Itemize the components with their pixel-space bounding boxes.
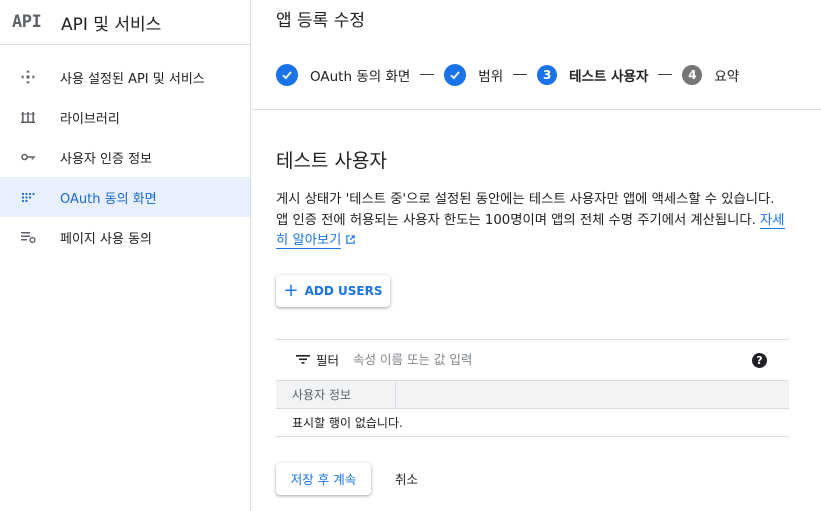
step-divider — [420, 74, 435, 75]
api-logo[interactable]: API — [12, 12, 48, 32]
step-label: 범위 — [478, 68, 504, 85]
save-and-continue-button[interactable]: 저장 후 계속 — [276, 462, 371, 495]
form-actions: 저장 후 계속 취소 — [276, 462, 789, 495]
step-scopes[interactable]: 범위 — [444, 63, 504, 86]
section-title: 테스트 사용자 — [276, 150, 387, 172]
sidebar-item-library[interactable]: 라이브러리 — [0, 97, 250, 137]
main-content: 앱 등록 수정 OAuth 동의 화면 범위 3 테스트 사용자 4 요약 테스… — [252, 0, 821, 511]
sidebar-item-credentials[interactable]: 사용자 인증 정보 — [0, 137, 250, 177]
key-icon — [20, 149, 36, 165]
sidebar-item-label: 사용자 인증 정보 — [60, 151, 152, 167]
column-header-user-info[interactable]: 사용자 정보 — [276, 380, 396, 408]
step-label: 요약 — [714, 68, 740, 85]
step-divider — [513, 74, 528, 75]
test-users-table: 필터 ? 사용자 정보 표시할 행이 없습니다. — [276, 338, 789, 437]
sidebar-header: API API 및 서비스 — [0, 0, 250, 45]
description-text: 게시 상태가 '테스트 중'으로 설정된 동안에는 테스트 사용자만 앱에 액세… — [276, 192, 775, 228]
step-oauth-consent[interactable]: OAuth 동의 화면 — [276, 63, 411, 86]
filter-icon — [296, 350, 310, 369]
sidebar-item-oauth-consent[interactable]: OAuth 동의 화면 — [0, 177, 250, 217]
sidebar: API API 및 서비스 사용 설정된 API 및 서비스 라이브러리 사용자… — [0, 0, 251, 511]
step-label: OAuth 동의 화면 — [310, 68, 411, 85]
step-label: 테스트 사용자 — [569, 68, 649, 85]
table-header: 사용자 정보 — [276, 379, 789, 409]
page-usage-agreement-icon — [20, 229, 36, 245]
plus-icon: + — [283, 279, 299, 301]
stepper: OAuth 동의 화면 범위 3 테스트 사용자 4 요약 — [252, 40, 821, 110]
check-icon — [276, 63, 298, 86]
sidebar-item-page-usage-agreement[interactable]: 페이지 사용 동의 — [0, 217, 250, 257]
sidebar-item-label: 라이브러리 — [60, 111, 120, 127]
add-users-label: ADD USERS — [304, 283, 383, 298]
external-link-icon — [345, 232, 356, 253]
cancel-button[interactable]: 취소 — [395, 469, 418, 488]
step-test-users[interactable]: 3 테스트 사용자 — [537, 64, 649, 85]
sidebar-item-enabled-apis[interactable]: 사용 설정된 API 및 서비스 — [0, 57, 250, 97]
content: 테스트 사용자 게시 상태가 '테스트 중'으로 설정된 동안에는 테스트 사용… — [252, 146, 821, 495]
empty-table-message: 표시할 행이 없습니다. — [276, 409, 789, 437]
sidebar-item-label: 페이지 사용 동의 — [60, 231, 152, 247]
step-number: 4 — [682, 64, 703, 85]
sidebar-nav: 사용 설정된 API 및 서비스 라이브러리 사용자 인증 정보 OAuth 동… — [0, 45, 250, 257]
oauth-consent-icon — [20, 189, 36, 205]
enabled-apis-icon — [20, 69, 36, 85]
step-divider — [658, 74, 673, 75]
main-header: 앱 등록 수정 — [252, 0, 821, 40]
check-icon — [444, 63, 467, 86]
filter-input[interactable] — [353, 352, 654, 367]
sidebar-title[interactable]: API 및 서비스 — [61, 10, 161, 35]
help-icon[interactable]: ? — [752, 352, 767, 368]
sidebar-item-label: 사용 설정된 API 및 서비스 — [60, 71, 205, 87]
filter-bar: 필터 ? — [276, 340, 789, 380]
filter-label: 필터 — [316, 353, 340, 368]
add-users-button[interactable]: + ADD USERS — [276, 274, 390, 307]
library-icon — [20, 109, 36, 125]
page-title: 앱 등록 수정 — [276, 10, 366, 31]
step-number: 3 — [537, 64, 558, 85]
step-summary[interactable]: 4 요약 — [682, 64, 740, 85]
sidebar-item-label: OAuth 동의 화면 — [60, 191, 157, 207]
description: 게시 상태가 '테스트 중'으로 설정된 동안에는 테스트 사용자만 앱에 액세… — [276, 190, 786, 253]
